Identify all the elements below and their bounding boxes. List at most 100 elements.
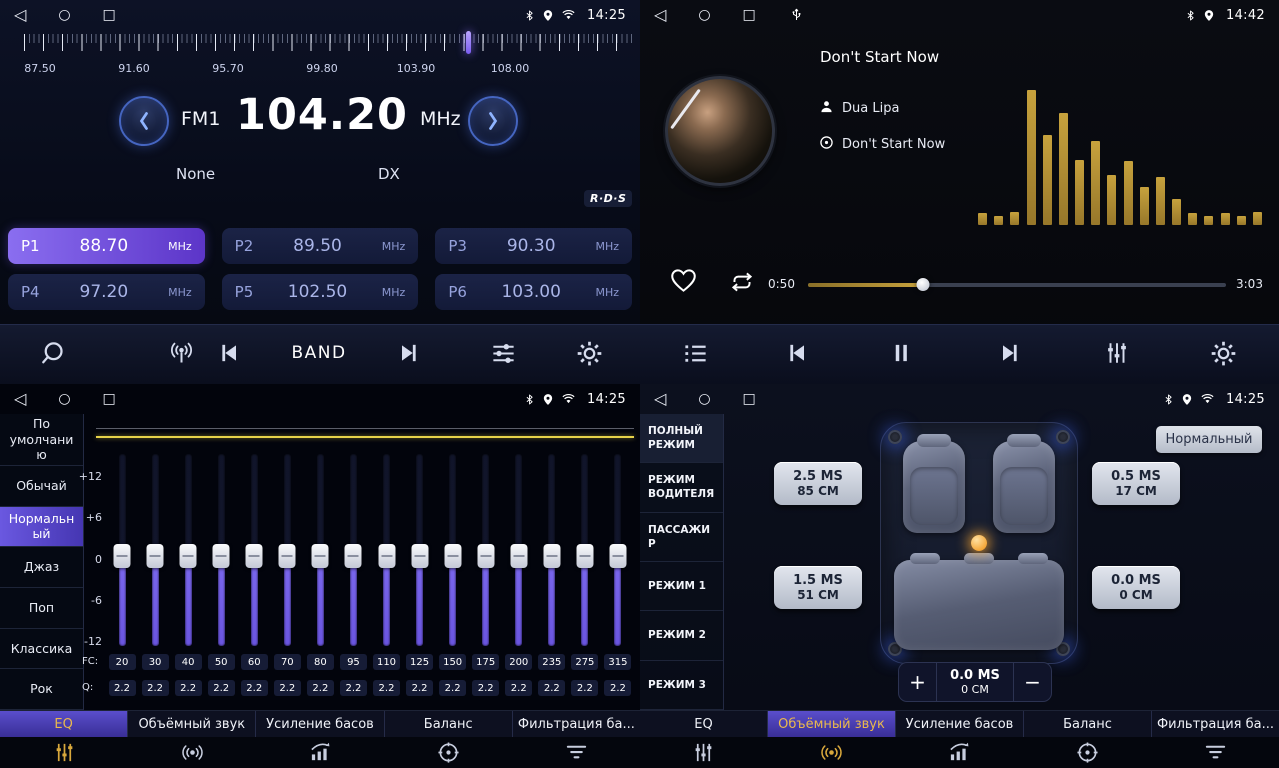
delay-chip-rear-left[interactable]: 1.5 MS 51 CM [774,566,862,609]
repeat-button[interactable] [728,272,756,296]
listener-position-dot[interactable] [971,535,987,551]
preset-button[interactable]: P4 97.20 MHz [8,274,205,310]
sound-mode-item[interactable]: РЕЖИМ ВОДИТЕЛЯ [640,463,723,512]
audio-tab[interactable]: Объёмный звук [128,711,256,737]
stepper-plus-button[interactable]: + [899,663,937,701]
audio-tab[interactable]: Фильтрация ба... [1152,711,1279,737]
audio-tab[interactable]: Баланс [1024,711,1152,737]
broadcast-icon[interactable] [159,331,203,375]
eq-preset-item[interactable]: Классика [0,629,83,670]
band-button[interactable]: BAND [274,331,364,375]
eq-slider-track[interactable] [185,454,192,646]
sound-mode-item[interactable]: РЕЖИМ 1 [640,562,723,611]
recents-icon[interactable]: □ [743,384,756,414]
eq-slider-handle[interactable] [444,544,461,568]
audio-tab[interactable]: Усиление басов [256,711,384,737]
eq-slider-track[interactable] [449,454,456,646]
filter-tab-icon[interactable] [512,737,640,768]
recents-icon[interactable]: □ [743,0,756,30]
eq-slider-handle[interactable] [312,544,329,568]
back-icon[interactable]: ◁ [14,0,26,30]
back-icon[interactable]: ◁ [654,384,666,414]
sound-mode-item[interactable]: ПОЛНЫЙ РЕЖИМ [640,414,723,463]
equalizer-button[interactable] [481,331,525,375]
home-icon[interactable]: ○ [698,0,710,30]
recents-icon[interactable]: □ [103,384,116,414]
eq-slider-track[interactable] [251,454,258,646]
progress-knob[interactable] [916,278,929,291]
eq-slider-track[interactable] [548,454,555,646]
eq-preset-item[interactable]: Обычай [0,466,83,507]
eq-slider-handle[interactable] [345,544,362,568]
eq-slider-handle[interactable] [279,544,296,568]
audio-tab[interactable]: Усиление басов [896,711,1024,737]
eq-slider-handle[interactable] [576,544,593,568]
tuner-indicator[interactable] [466,31,471,54]
bass-boost-tab-icon[interactable] [256,737,384,768]
home-icon[interactable]: ○ [58,384,70,414]
preset-button[interactable]: P1 88.70 MHz [8,228,205,264]
sound-mode-item[interactable]: РЕЖИМ 3 [640,661,723,710]
eq-slider-handle[interactable] [246,544,263,568]
eq-slider-track[interactable] [284,454,291,646]
settings-button[interactable] [567,331,611,375]
pause-button[interactable] [879,331,923,375]
home-icon[interactable]: ○ [58,0,70,30]
eq-slider-handle[interactable] [378,544,395,568]
eq-slider-track[interactable] [152,454,159,646]
eq-tab-icon[interactable] [0,737,128,768]
preset-button[interactable]: P3 90.30 MHz [435,228,632,264]
sound-mode-item[interactable]: РЕЖИМ 2 [640,611,723,660]
back-icon[interactable]: ◁ [14,384,26,414]
tuner-scale[interactable] [24,34,634,51]
surround-tab-icon[interactable] [128,737,256,768]
stepper-minus-button[interactable]: − [1013,663,1051,701]
preset-button[interactable]: P5 102.50 MHz [222,274,419,310]
tune-up-button[interactable] [468,96,518,146]
eq-slider-handle[interactable] [543,544,560,568]
eq-slider-handle[interactable] [411,544,428,568]
back-icon[interactable]: ◁ [654,0,666,30]
preset-badge[interactable]: Нормальный [1156,426,1262,453]
eq-slider-track[interactable] [482,454,489,646]
eq-preset-item[interactable]: По умолчанию [0,414,83,466]
next-station-button[interactable] [387,331,431,375]
eq-slider-handle[interactable] [114,544,131,568]
preset-button[interactable]: P6 103.00 MHz [435,274,632,310]
eq-slider-handle[interactable] [510,544,527,568]
audio-tab[interactable]: Баланс [385,711,513,737]
delay-chip-front-left[interactable]: 2.5 MS 85 CM [774,462,862,505]
eq-slider-handle[interactable] [180,544,197,568]
audio-tab[interactable]: Объёмный звук [768,711,896,737]
delay-chip-front-right[interactable]: 0.5 MS 17 CM [1092,462,1180,505]
eq-slider-track[interactable] [383,454,390,646]
eq-slider-track[interactable] [218,454,225,646]
filter-tab-icon[interactable] [1151,737,1279,768]
prev-track-button[interactable] [775,331,819,375]
eq-preset-item[interactable]: Поп [0,588,83,629]
balance-tab-icon[interactable] [1023,737,1151,768]
audio-tab[interactable]: EQ [0,711,128,737]
eq-preset-item[interactable]: Рок [0,669,83,710]
audio-tab[interactable]: EQ [640,711,768,737]
eq-slider-track[interactable] [581,454,588,646]
sound-mode-item[interactable]: ПАССАЖИР [640,513,723,562]
scan-button[interactable] [30,331,74,375]
eq-slider-track[interactable] [350,454,357,646]
playlist-button[interactable] [673,331,717,375]
surround-tab-icon[interactable] [768,737,896,768]
eq-slider-handle[interactable] [477,544,494,568]
bass-boost-tab-icon[interactable] [896,737,1024,768]
recents-icon[interactable]: □ [103,0,116,30]
mixer-button[interactable] [1095,331,1139,375]
eq-slider-track[interactable] [515,454,522,646]
eq-preset-item[interactable]: Джаз [0,547,83,588]
prev-station-button[interactable] [207,331,251,375]
delay-chip-rear-right[interactable]: 0.0 MS 0 CM [1092,566,1180,609]
eq-preset-item[interactable]: Нормальный [0,507,83,548]
favorite-button[interactable] [670,268,697,297]
eq-slider-track[interactable] [317,454,324,646]
balance-tab-icon[interactable] [384,737,512,768]
next-track-button[interactable] [988,331,1032,375]
eq-slider-handle[interactable] [213,544,230,568]
